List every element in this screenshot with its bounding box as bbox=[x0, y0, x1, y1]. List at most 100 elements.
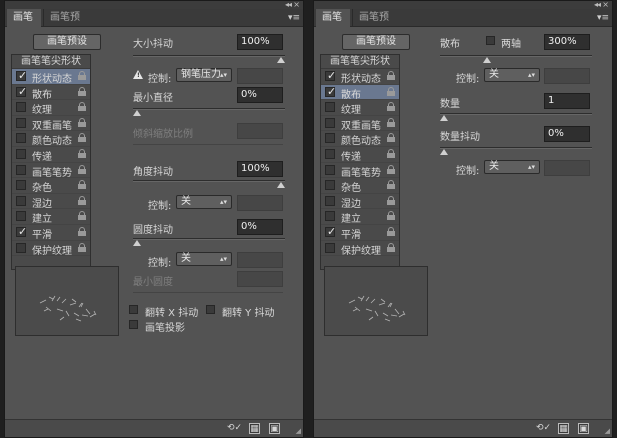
count-jitter-slider[interactable] bbox=[440, 147, 592, 155]
option-checkbox[interactable]: ✓ bbox=[325, 225, 336, 238]
option-item[interactable]: 杂色 bbox=[321, 178, 399, 194]
angle-control-select[interactable]: 关 ▴▾ bbox=[176, 195, 232, 209]
new-preset-icon[interactable]: ▣ bbox=[578, 423, 589, 434]
lock-icon[interactable] bbox=[78, 164, 86, 174]
option-item[interactable]: ✓ 形状动态 bbox=[12, 69, 90, 85]
close-icon[interactable]: × bbox=[293, 0, 300, 9]
option-item[interactable]: 纹理 bbox=[321, 100, 399, 116]
option-item[interactable]: 画笔笔势 bbox=[321, 163, 399, 179]
lock-icon[interactable] bbox=[387, 164, 395, 174]
tab-brush[interactable]: 画笔 bbox=[7, 9, 41, 27]
lock-icon[interactable] bbox=[78, 148, 86, 158]
flip-y-checkbox[interactable] bbox=[206, 305, 215, 314]
option-item[interactable]: ✓ 形状动态 bbox=[321, 69, 399, 85]
lock-icon[interactable] bbox=[387, 242, 395, 252]
lock-icon[interactable] bbox=[78, 71, 86, 80]
option-checkbox[interactable] bbox=[325, 133, 335, 144]
lock-icon[interactable] bbox=[78, 226, 86, 236]
new-preset-icon[interactable]: ▣ bbox=[269, 423, 280, 434]
lock-icon[interactable] bbox=[387, 211, 395, 221]
slider-knob[interactable] bbox=[440, 115, 448, 121]
option-item[interactable]: 颜色动态 bbox=[321, 131, 399, 147]
lock-icon[interactable] bbox=[387, 117, 395, 127]
lock-icon[interactable] bbox=[78, 242, 86, 252]
option-item[interactable]: 纹理 bbox=[12, 100, 90, 116]
close-icon[interactable]: × bbox=[602, 0, 609, 9]
option-checkbox[interactable] bbox=[325, 164, 335, 175]
option-checkbox[interactable]: ✓ bbox=[16, 85, 27, 98]
option-item[interactable]: 湿边 bbox=[12, 194, 90, 210]
tab-brush[interactable]: 画笔 bbox=[316, 9, 350, 27]
lock-icon[interactable] bbox=[78, 117, 86, 127]
count-input[interactable]: 1 bbox=[544, 93, 590, 109]
scatter-slider[interactable] bbox=[440, 55, 592, 63]
lock-icon[interactable] bbox=[78, 211, 86, 221]
collapse-icon[interactable]: ◂◂ bbox=[594, 0, 601, 9]
option-item[interactable]: 双重画笔 bbox=[12, 116, 90, 132]
option-checkbox[interactable] bbox=[325, 211, 335, 222]
option-checkbox[interactable] bbox=[325, 148, 335, 159]
resize-grip-icon[interactable]: ◢ bbox=[296, 427, 301, 435]
option-item[interactable]: 双重画笔 bbox=[321, 116, 399, 132]
lock-icon[interactable] bbox=[387, 71, 395, 80]
brush-presets-button[interactable]: 画笔预设 bbox=[342, 34, 410, 50]
option-checkbox[interactable] bbox=[16, 164, 26, 175]
option-checkbox[interactable]: ✓ bbox=[325, 85, 336, 98]
count-slider[interactable] bbox=[440, 113, 592, 121]
brush-toggle-icon[interactable]: ⟲✓ bbox=[536, 423, 551, 434]
lock-icon[interactable] bbox=[387, 133, 395, 143]
slider-knob[interactable] bbox=[483, 57, 492, 63]
slider-knob[interactable] bbox=[440, 149, 448, 155]
brush-projection-checkbox[interactable] bbox=[129, 320, 138, 329]
lock-icon[interactable] bbox=[387, 86, 395, 96]
lock-icon[interactable] bbox=[78, 102, 86, 112]
option-checkbox[interactable] bbox=[16, 133, 26, 144]
option-item[interactable]: 建立 bbox=[12, 209, 90, 225]
size-control-select[interactable]: 钢笔压力 ▴▾ bbox=[176, 68, 232, 82]
option-item[interactable]: ✓ 散布 bbox=[12, 85, 90, 101]
slider-knob[interactable] bbox=[277, 182, 285, 188]
option-checkbox[interactable] bbox=[16, 117, 26, 128]
collapse-icon[interactable]: ◂◂ bbox=[285, 0, 292, 9]
size-jitter-input[interactable]: 100% bbox=[237, 34, 283, 50]
option-item[interactable]: ✓ 散布 bbox=[321, 84, 399, 101]
slider-knob[interactable] bbox=[133, 240, 141, 246]
roundness-jitter-slider[interactable] bbox=[133, 238, 285, 246]
slider-knob[interactable] bbox=[133, 110, 141, 116]
option-item[interactable]: ✓ 平滑 bbox=[321, 225, 399, 241]
brush-presets-button[interactable]: 画笔预设 bbox=[33, 34, 101, 50]
option-item[interactable]: 保护纹理 bbox=[321, 241, 399, 257]
brush-tip-shape-item[interactable]: 画笔笔尖形状 bbox=[12, 55, 90, 69]
option-checkbox[interactable]: ✓ bbox=[325, 69, 336, 82]
grid-icon[interactable]: ▦ bbox=[249, 423, 260, 434]
option-checkbox[interactable] bbox=[325, 117, 335, 128]
option-checkbox[interactable] bbox=[16, 242, 26, 253]
brush-tip-shape-item[interactable]: 画笔笔尖形状 bbox=[321, 55, 399, 69]
option-checkbox[interactable]: ✓ bbox=[16, 225, 27, 238]
slider-knob[interactable] bbox=[277, 57, 285, 63]
option-item[interactable]: 画笔笔势 bbox=[12, 163, 90, 179]
resize-grip-icon[interactable]: ◢ bbox=[605, 427, 610, 435]
lock-icon[interactable] bbox=[78, 86, 86, 96]
option-checkbox[interactable] bbox=[325, 180, 335, 191]
option-item[interactable]: 建立 bbox=[321, 209, 399, 225]
option-checkbox[interactable] bbox=[325, 195, 335, 206]
option-checkbox[interactable] bbox=[16, 180, 26, 191]
lock-icon[interactable] bbox=[78, 180, 86, 190]
panel-menu-icon[interactable]: ▾≡ bbox=[597, 13, 609, 23]
option-item[interactable]: ✓ 平滑 bbox=[12, 225, 90, 241]
scatter-input[interactable]: 300% bbox=[544, 34, 590, 50]
option-item[interactable]: 湿边 bbox=[321, 194, 399, 210]
panel-menu-icon[interactable]: ▾≡ bbox=[288, 13, 300, 23]
count-control-select[interactable]: 关 ▴▾ bbox=[484, 160, 540, 174]
lock-icon[interactable] bbox=[78, 195, 86, 205]
tab-brush-presets[interactable]: 画笔预设 bbox=[43, 9, 95, 41]
grid-icon[interactable]: ▦ bbox=[558, 423, 569, 434]
option-checkbox[interactable] bbox=[325, 102, 335, 113]
roundness-jitter-input[interactable]: 0% bbox=[237, 219, 283, 235]
option-item[interactable]: 传递 bbox=[12, 147, 90, 163]
both-axes-checkbox[interactable] bbox=[486, 36, 495, 45]
lock-icon[interactable] bbox=[387, 180, 395, 190]
option-item[interactable]: 杂色 bbox=[12, 178, 90, 194]
count-jitter-input[interactable]: 0% bbox=[544, 126, 590, 142]
